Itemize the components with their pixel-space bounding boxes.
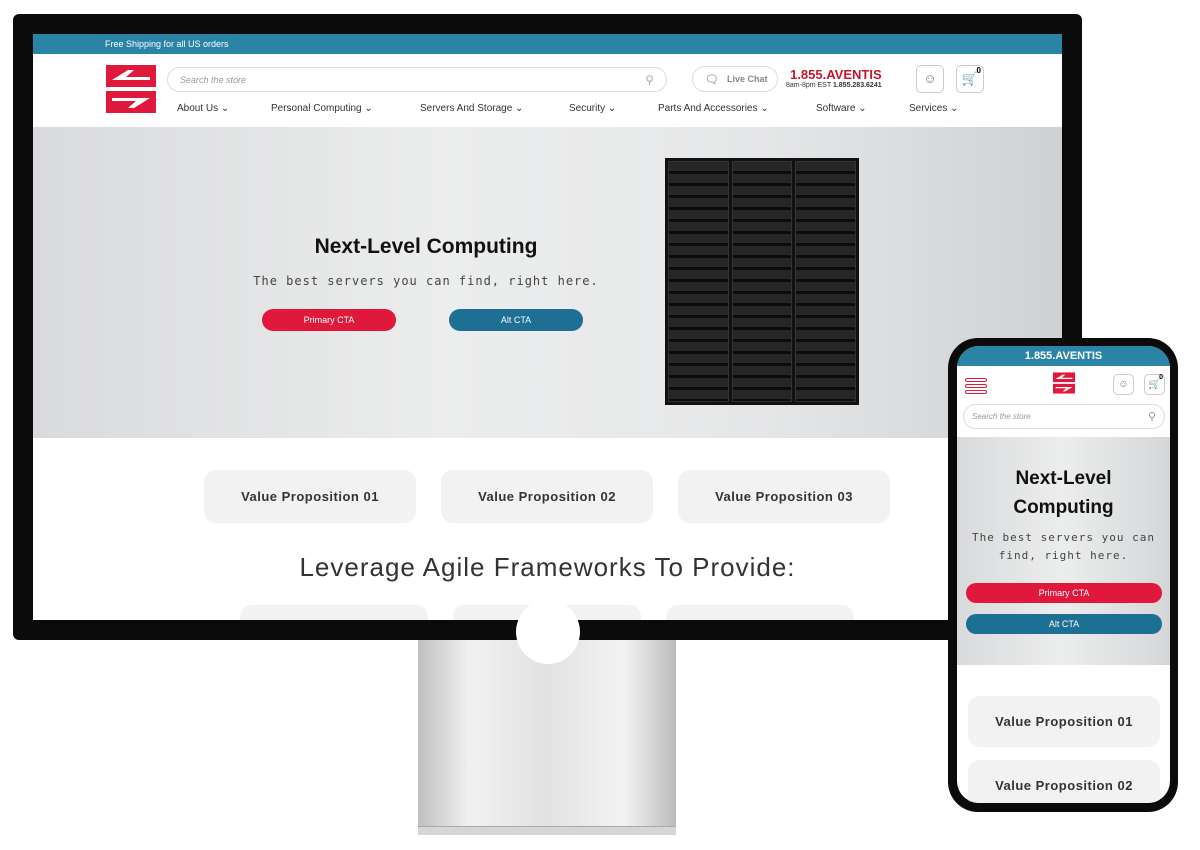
hamburger-menu-icon[interactable] [965,378,987,394]
chat-icon: 🗨 [705,74,719,86]
live-chat-button[interactable]: 🗨 Live Chat [692,66,778,92]
hours: 8am-8pm EST [786,82,831,89]
mobile-hero: Next-Level Computing The best servers yo… [957,437,1170,665]
mobile-search-input[interactable]: Search the store ⚲ [963,404,1165,429]
contact-phone[interactable]: 1.855.AVENTIS 8am-8pm EST 1.855.283.6241 [786,67,882,89]
logo-icon[interactable] [106,65,156,113]
section-heading: Leverage Agile Frameworks To Provide: [299,552,796,582]
nav-servers-storage[interactable]: Servers And Storage ⌄ [420,103,523,114]
value-prop-03[interactable]: Value Proposition 03 [678,470,890,523]
nav-parts-accessories[interactable]: Parts And Accessories ⌄ [658,103,769,114]
mobile-account-icon[interactable]: ☺ [1113,374,1134,395]
mobile-value-prop-02[interactable]: Value Proposition 02 [968,760,1160,803]
live-chat-label: Live Chat [727,74,768,84]
hero-subtitle: The best servers you can find, right her… [253,274,599,288]
account-icon[interactable]: ☺ [916,65,944,93]
search-placeholder: Search the store [180,75,247,85]
search-input[interactable]: Search the store ⚲ [167,67,667,92]
feature-card [666,605,854,620]
monitor-stand [418,636,676,828]
mobile-value-prop-01[interactable]: Value Proposition 01 [968,696,1160,747]
nav-about-us[interactable]: About Us ⌄ [177,103,229,114]
mobile-hero-title: Next-Level Computing [1013,468,1114,518]
mobile-phone-banner: 1.855.AVENTIS [957,346,1170,366]
alt-cta-button[interactable]: Alt CTA [449,309,583,331]
mobile-search-icon[interactable]: ⚲ [1148,410,1156,423]
cart-icon[interactable]: 🛒 0 [956,65,984,93]
cart-count: 0 [976,66,981,75]
monitor-stand-foot [418,826,676,835]
shipping-banner: Free Shipping for all US orders [33,34,1062,54]
mobile-logo-icon[interactable] [1053,372,1075,394]
value-prop-02[interactable]: Value Proposition 02 [441,470,653,523]
mobile-screen: 1.855.AVENTIS ☺ 🛒 0 Search the store ⚲ Nex… [957,346,1170,803]
feature-card [240,605,428,620]
server-rack-image [665,158,859,405]
nav-personal-computing[interactable]: Personal Computing ⌄ [271,103,373,114]
mobile-primary-cta-button[interactable]: Primary CTA [966,583,1162,603]
hero-title: Next-Level Computing [314,235,538,258]
mobile-cart-count: 0 [1159,374,1163,381]
search-icon[interactable]: ⚲ [645,73,654,87]
nav-services[interactable]: Services ⌄ [909,103,959,114]
mobile-cart-icon[interactable]: 🛒 0 [1144,374,1165,395]
mobile-search-placeholder: Search the store [972,412,1031,421]
value-prop-01[interactable]: Value Proposition 01 [204,470,416,523]
phone-brand: 1.855.AVENTIS [790,67,882,82]
nav-security[interactable]: Security ⌄ [569,103,616,114]
nav-software[interactable]: Software ⌄ [816,103,867,114]
desktop-screen: Free Shipping for all US orders Search t… [33,34,1062,620]
mobile-hero-subtitle: The best servers you can find, right her… [972,531,1155,562]
mobile-alt-cta-button[interactable]: Alt CTA [966,614,1162,634]
stand-notch [516,600,580,664]
primary-cta-button[interactable]: Primary CTA [262,309,396,331]
phone-number: 1.855.283.6241 [832,82,882,89]
hero-banner: Next-Level Computing The best servers yo… [33,127,1062,438]
